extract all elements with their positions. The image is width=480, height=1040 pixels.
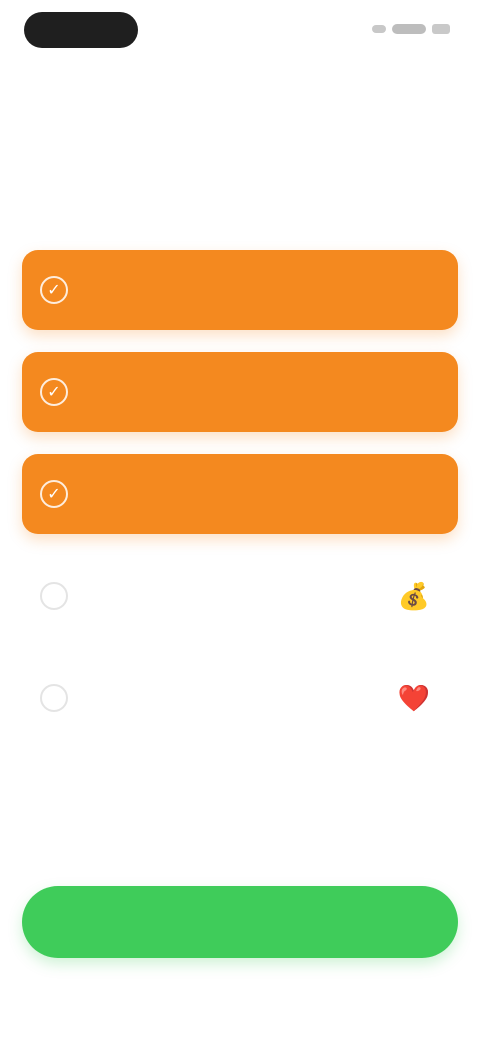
- battery-icon: [432, 24, 450, 34]
- option-item[interactable]: ❤️: [22, 658, 458, 738]
- check-icon: [40, 582, 68, 610]
- continue-button[interactable]: [22, 886, 458, 958]
- check-icon: [40, 684, 68, 712]
- heart-icon: ❤️: [397, 682, 431, 713]
- footer: [22, 886, 458, 963]
- dynamic-island: [24, 12, 138, 48]
- options-list: ✓ ✓ ✓ 💰 ❤️: [22, 250, 458, 760]
- signal-icon: [372, 25, 386, 33]
- option-item[interactable]: ✓: [22, 250, 458, 330]
- option-item[interactable]: ✓: [22, 352, 458, 432]
- status-bar: [0, 0, 480, 64]
- status-icons: [372, 24, 450, 34]
- check-icon: ✓: [40, 276, 68, 304]
- check-icon: ✓: [40, 378, 68, 406]
- check-icon: ✓: [40, 480, 68, 508]
- option-item[interactable]: ✓: [22, 454, 458, 534]
- option-item[interactable]: 💰: [22, 556, 458, 636]
- wifi-icon: [392, 24, 426, 34]
- money-bag-icon: 💰: [397, 580, 431, 611]
